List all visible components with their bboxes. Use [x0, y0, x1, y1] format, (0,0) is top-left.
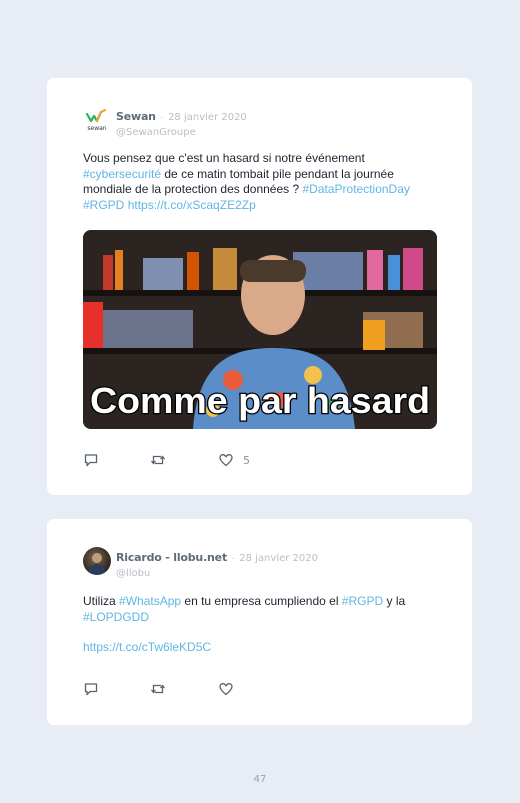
- retweet-icon: [150, 455, 166, 465]
- text-part: y la: [383, 594, 406, 608]
- text-part: Utiliza: [83, 594, 120, 608]
- like-icon: [219, 454, 233, 467]
- sewan-logo-icon: sewan: [85, 108, 107, 132]
- media-image: Comme par hasard: [83, 230, 437, 429]
- reply-button[interactable]: [83, 452, 99, 468]
- hashtag-link[interactable]: #cybersecurité: [83, 167, 161, 181]
- tweet-card: Ricardo - llobu.net · 28 janvier 2020 @l…: [47, 519, 472, 725]
- avatar[interactable]: sewan: [83, 106, 111, 134]
- avatar[interactable]: [83, 547, 111, 575]
- media-caption: Comme par hasard: [90, 380, 430, 421]
- avatar-photo-icon: [88, 553, 106, 575]
- tweet-text: Utiliza #WhatsApp en tu empresa cumplien…: [83, 594, 443, 625]
- page-number: 47: [253, 774, 267, 785]
- hashtag-link[interactable]: #RGPD: [342, 594, 383, 608]
- like-count: 5: [243, 453, 250, 467]
- tweet-actions: [83, 681, 283, 697]
- hashtag-link[interactable]: #LOPDGDD: [83, 610, 149, 624]
- retweet-icon: [150, 684, 166, 694]
- url-link[interactable]: https://t.co/cTw6leKD5C: [83, 640, 211, 654]
- reply-button[interactable]: [83, 681, 99, 697]
- tweet-link-line: https://t.co/cTw6leKD5C: [83, 640, 443, 656]
- text-part: Vous pensez que c'est un hasard si notre…: [83, 151, 365, 165]
- avatar-label: sewan: [87, 125, 106, 132]
- hashtag-link[interactable]: #RGPD: [83, 198, 124, 212]
- hashtag-link[interactable]: #WhatsApp: [119, 594, 181, 608]
- text-part: en tu empresa cumpliendo el: [181, 594, 342, 608]
- like-icon: [219, 683, 233, 696]
- tweet-actions: 5: [83, 452, 283, 468]
- author-handle[interactable]: @llobu: [116, 568, 318, 579]
- like-button[interactable]: 5: [218, 452, 250, 468]
- tweet-date[interactable]: 28 janvier 2020: [239, 553, 318, 564]
- reply-icon: [84, 454, 98, 467]
- tweet-media[interactable]: Comme par hasard: [83, 230, 437, 429]
- tweet-date[interactable]: 28 janvier 2020: [168, 112, 247, 123]
- like-button[interactable]: [218, 681, 243, 697]
- separator: ·: [160, 112, 164, 123]
- author-handle[interactable]: @SewanGroupe: [116, 127, 247, 138]
- tweet-text: Vous pensez que c'est un hasard si notre…: [83, 151, 443, 213]
- hashtag-link[interactable]: #DataProtectionDay: [303, 182, 410, 196]
- url-link[interactable]: https://t.co/xScaqZE2Zp: [128, 198, 256, 212]
- reply-icon: [84, 683, 98, 696]
- retweet-button[interactable]: [150, 452, 166, 468]
- retweet-button[interactable]: [150, 681, 166, 697]
- author-name[interactable]: Ricardo - llobu.net: [116, 551, 227, 564]
- author-name[interactable]: Sewan: [116, 110, 156, 123]
- separator: ·: [231, 553, 235, 564]
- tweet-card: sewan Sewan · 28 janvier 2020 @SewanGrou…: [47, 78, 472, 495]
